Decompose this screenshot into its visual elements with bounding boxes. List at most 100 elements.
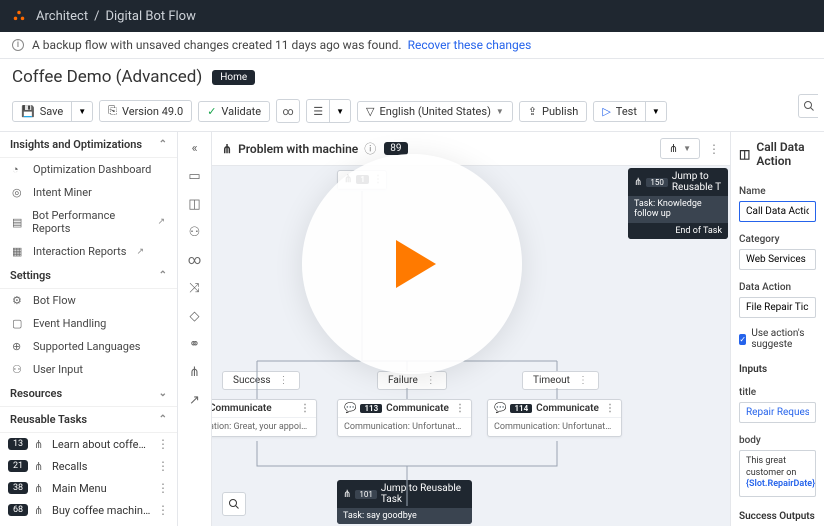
sidebar-item-event-handling[interactable]: ▢Event Handling <box>0 312 177 335</box>
task-item[interactable]: 68⋔Buy coffee machines⋮ <box>0 499 177 521</box>
sidebar-item-intent-miner[interactable]: ◎Intent Miner <box>0 181 177 204</box>
panel-title: ◫Call Data Action <box>739 140 816 168</box>
validate-button[interactable]: ✓Validate <box>198 101 270 122</box>
more-icon[interactable]: ⋮ <box>157 525 169 526</box>
list-dropdown[interactable]: ▼ <box>330 99 351 123</box>
body-textarea[interactable]: This great customer on {Slot.RepairDate} <box>739 450 816 497</box>
topbar: Architect / Digital Bot Flow <box>0 0 824 32</box>
label-category: Category <box>739 234 816 245</box>
chevron-down-icon: ⌄ <box>159 388 167 399</box>
toolbar: 💾Save ▼ ⎘Version 49.0 ✓Validate ∞ ☰ ▼ ▽E… <box>0 95 824 132</box>
diamond-icon[interactable]: ◇ <box>187 308 203 324</box>
task-item[interactable]: 13⋔Learn about coffee beans⋮ <box>0 433 177 455</box>
branch-success[interactable]: Success⋮ <box>222 371 300 390</box>
flow-icon: ⋔ <box>34 504 46 517</box>
flow-icon: ⋔ <box>34 438 46 451</box>
upload-icon: ⇪ <box>528 105 537 118</box>
label-title: title <box>739 387 816 398</box>
more-icon[interactable]: ⋮ <box>605 403 615 414</box>
canvas-header: ⋔Problem with machineⓘ 89 ⋔▼ ⋮ <box>212 132 730 166</box>
sidebar-item-optimization[interactable]: ◔Optimization Dashboard <box>0 158 177 181</box>
chevron-up-icon: ⌃ <box>159 414 167 425</box>
search-button[interactable] <box>798 94 818 118</box>
canvas-num: 89 <box>384 142 407 155</box>
more-icon[interactable]: ⋮ <box>279 375 289 386</box>
layout-button[interactable]: ⋔▼ <box>660 138 700 159</box>
bot-icon: ⚙ <box>12 294 25 307</box>
name-input[interactable] <box>739 201 816 222</box>
save-icon: 💾 <box>21 105 35 118</box>
checkbox-icon: ✓ <box>739 334 746 345</box>
breadcrumb-current[interactable]: Digital Bot Flow <box>105 9 195 24</box>
section-inputs: Inputs <box>739 364 816 375</box>
breadcrumb-root[interactable]: Architect <box>36 9 88 24</box>
database-icon[interactable]: ◫ <box>187 196 203 212</box>
save-dropdown[interactable]: ▼ <box>72 101 93 122</box>
palette-toolbar: « ▭ ◫ ⚇ ∞ ⤨ ◇ ⚭ ⋔ ↗ <box>178 132 212 526</box>
canvas-title: ⋔Problem with machineⓘ <box>222 140 376 157</box>
section-insights[interactable]: Insights and Optimizations⌃ <box>0 132 177 158</box>
publish-button[interactable]: ⇪Publish <box>519 101 587 122</box>
more-icon[interactable]: ⋮ <box>708 142 720 156</box>
flow-icon: ⋔ <box>669 142 678 155</box>
external-icon[interactable]: ↗ <box>187 392 203 408</box>
zoom-button[interactable] <box>222 492 246 516</box>
test-button[interactable]: ▷Test <box>593 101 646 122</box>
flow-icon: ⋔ <box>343 489 351 500</box>
help-icon[interactable]: ⓘ <box>364 140 376 157</box>
sidebar-item-interaction-reports[interactable]: ▦Interaction Reports↗ <box>0 240 177 263</box>
title-input[interactable] <box>739 402 816 423</box>
more-icon[interactable]: ⋮ <box>300 403 310 414</box>
play-video-button[interactable] <box>302 154 522 374</box>
data-action-input[interactable] <box>739 297 816 318</box>
save-button[interactable]: 💾Save <box>12 101 72 122</box>
more-icon[interactable]: ⋮ <box>157 503 169 517</box>
search-icon <box>228 498 240 510</box>
suggested-checkbox[interactable]: ✓Use action's suggeste <box>739 328 816 350</box>
more-icon[interactable]: ⋮ <box>455 403 465 414</box>
node-communicate[interactable]: Communicate⋮ ation: Great, your appointm… <box>212 399 317 437</box>
flow-icon[interactable]: ⋔ <box>187 364 203 380</box>
bot-icon[interactable]: ⚇ <box>187 224 203 240</box>
node-communicate[interactable]: 💬114Communicate⋮ Communication: Unfortun… <box>487 399 622 437</box>
flow-icon: ⋔ <box>634 177 642 188</box>
sidebar-item-bot-flow[interactable]: ⚙Bot Flow <box>0 289 177 312</box>
sidebar-item-bot-performance[interactable]: ▤Bot Performance Reports↗ <box>0 204 177 240</box>
more-icon[interactable]: ⋮ <box>157 481 169 495</box>
section-settings[interactable]: Settings⌃ <box>0 263 177 289</box>
node-jump-reusable[interactable]: ⋔150Jump to Reusable T Task: Knowledge f… <box>628 168 728 239</box>
shuffle-icon[interactable]: ⤨ <box>187 280 203 296</box>
branch-timeout[interactable]: Timeout⋮ <box>522 371 599 390</box>
calendar-icon: ▢ <box>12 317 25 330</box>
language-button[interactable]: ▽English (United States)▼ <box>357 101 513 122</box>
more-icon[interactable]: ⋮ <box>157 437 169 451</box>
title-row: Coffee Demo (Advanced) Home <box>0 59 824 95</box>
test-dropdown[interactable]: ▼ <box>646 101 667 122</box>
section-reusable-tasks[interactable]: Reusable Tasks⌃ <box>0 407 177 433</box>
node-communicate[interactable]: 💬113Communicate⋮ Communication: Unfortun… <box>337 399 472 437</box>
recover-link[interactable]: Recover these changes <box>408 38 532 52</box>
flow-icon: ⋔ <box>222 142 232 156</box>
section-resources[interactable]: Resources⌄ <box>0 381 177 407</box>
more-icon[interactable]: ⋮ <box>578 375 588 386</box>
list-icon-button[interactable]: ☰ <box>306 99 330 123</box>
more-icon[interactable]: ⋮ <box>157 459 169 473</box>
link-icon-button[interactable]: ∞ <box>276 99 300 123</box>
home-badge: Home <box>212 70 255 85</box>
version-button[interactable]: ⎘Version 49.0 <box>99 100 192 122</box>
task-item[interactable]: 38⋔Main Menu⋮ <box>0 477 177 499</box>
chat-icon: 💬 <box>494 403 506 414</box>
collapse-icon[interactable]: « <box>187 140 203 156</box>
node-jump-reusable[interactable]: ⋔101Jump to Reusable Task Task: say good… <box>337 480 472 524</box>
sidebar-item-languages[interactable]: ⊕Supported Languages <box>0 335 177 358</box>
section-success: Success Outputs <box>739 511 816 522</box>
more-icon[interactable]: ⋮ <box>426 375 436 386</box>
task-item[interactable]: 77⋔say goodbye⋮ <box>0 521 177 526</box>
sidebar-item-user-input[interactable]: ⚇User Input <box>0 358 177 381</box>
check-icon: ✓ <box>207 105 216 118</box>
category-input[interactable] <box>739 249 816 270</box>
goggles-icon[interactable]: ∞ <box>187 252 203 268</box>
link-icon[interactable]: ⚭ <box>187 336 203 352</box>
message-icon[interactable]: ▭ <box>187 168 203 184</box>
task-item[interactable]: 21⋔Recalls⋮ <box>0 455 177 477</box>
